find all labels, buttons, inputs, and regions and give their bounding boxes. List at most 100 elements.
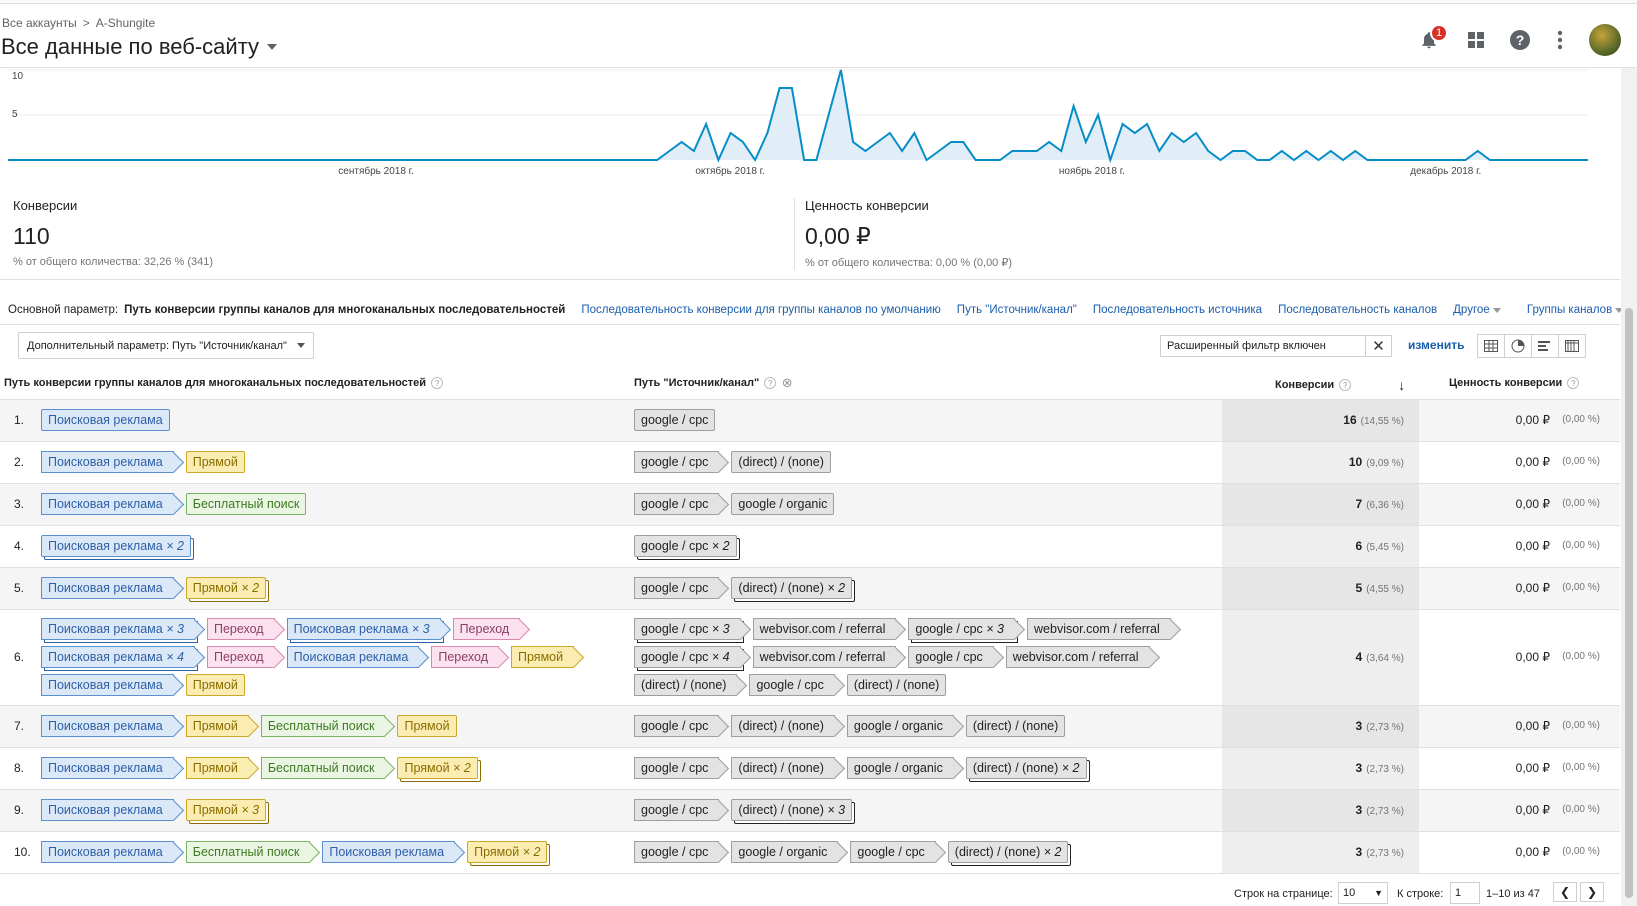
avatar[interactable] — [1589, 24, 1621, 56]
table-row[interactable]: 8. Поисковая реклама Прямой Бесплатный п… — [0, 748, 1620, 790]
source-path: google / cpc — [634, 409, 721, 431]
table-row[interactable]: 6. Поисковая реклама × 3 Переход Поисков… — [0, 610, 1620, 706]
prev-page-button[interactable]: ❮ — [1553, 882, 1577, 902]
channel-path: Поисковая реклама Прямой — [41, 451, 251, 473]
more-menu-button[interactable] — [1546, 26, 1574, 54]
source-chip: webvisor.com / referral — [1005, 646, 1150, 668]
conversion-value-percent: (0,00 %) — [1562, 414, 1600, 425]
channel-chip-organic: Бесплатный поиск — [185, 841, 311, 863]
conversions-percent: (4,55 %) — [1366, 584, 1404, 595]
channel-chip-direct: Прямой — [185, 451, 245, 473]
conversion-value: 0,00 ₽ — [1515, 539, 1550, 553]
source-chip: google / cpc — [634, 841, 720, 863]
x-tick-label: декабрь 2018 г. — [1410, 165, 1481, 177]
help-button[interactable]: ? — [1506, 26, 1534, 54]
source-chip: google / cpc — [634, 715, 720, 737]
help-icon[interactable]: ? — [1339, 379, 1352, 391]
sort-arrow-down-icon[interactable]: ↓ — [1398, 377, 1405, 393]
view-selector[interactable]: Все данные по веб-сайту — [1, 34, 278, 60]
help-icon[interactable]: ? — [764, 377, 777, 389]
conversions-chart: 10 5 сентябрь 2018 г. октябрь 2018 г. ноябрь… — [8, 69, 1588, 177]
conversion-value: 0,00 ₽ — [1515, 650, 1550, 664]
header-value-label: Ценность конверсии — [1449, 377, 1563, 389]
table-row[interactable]: 7. Поисковая реклама Прямой Бесплатный п… — [0, 706, 1620, 748]
x-tick-label: ноябрь 2018 г. — [1059, 165, 1125, 177]
conversions-value: 6 (5,45 %) — [1356, 539, 1404, 553]
channel-chip-search: Поисковая реклама — [41, 715, 174, 737]
chevron-right-icon: ❯ — [1586, 885, 1598, 899]
more-vert-icon — [1557, 30, 1563, 50]
primary-dimension-active: Путь конверсии группы каналов для многок… — [124, 304, 566, 316]
bar-chart-icon — [1538, 341, 1550, 351]
channel-chip-direct: Прямой — [397, 715, 457, 737]
chip-repeat: × 2 — [166, 539, 184, 553]
bar-view-button[interactable] — [1531, 334, 1559, 358]
page-scrollbar[interactable] — [1621, 68, 1637, 906]
conversion-value-percent: (0,00 %) — [1562, 456, 1600, 467]
chip-repeat: × 2 — [1061, 761, 1080, 775]
channel-path: Поисковая реклама Прямой Бесплатный поис… — [41, 757, 484, 779]
clear-filter-button[interactable]: ✕ — [1365, 336, 1391, 356]
rows-per-page-select[interactable]: 10 ▼ — [1338, 882, 1388, 904]
table-row[interactable]: 4. Поисковая реклама × 2 google / cpc × … — [0, 526, 1620, 568]
metric-conversion-value: Ценность конверсии 0,00 ₽ % от общего ко… — [805, 198, 1012, 269]
apps-button[interactable] — [1462, 26, 1490, 54]
goto-row-label: К строке: — [1397, 888, 1444, 900]
channel-chip-search: Поисковая реклама — [41, 493, 174, 515]
header-value[interactable]: Ценность конверсии ? — [1449, 377, 1580, 389]
next-page-button[interactable]: ❯ — [1580, 882, 1604, 902]
filter-text: Расширенный фильтр включен — [1167, 340, 1326, 352]
help-icon[interactable]: ? — [1567, 377, 1580, 389]
breadcrumb-account[interactable]: A-Shungite — [96, 16, 155, 30]
conversion-paths-table: Путь конверсии группы каналов для многок… — [0, 365, 1620, 874]
goto-row-input[interactable]: 1 — [1450, 882, 1480, 904]
dimension-link-default-channel[interactable]: Последовательность конверсии для группы … — [581, 304, 940, 316]
primary-dimension-label: Основной параметр: — [8, 304, 119, 316]
metric-subtext: % от общего количества: 32,26 % (341) — [13, 256, 214, 268]
conversions-count: 3 — [1355, 761, 1363, 775]
dimension-link-medium-path[interactable]: Последовательность каналов — [1278, 304, 1437, 316]
header-source[interactable]: Путь "Источник/канал" ? ⊗ — [634, 375, 793, 390]
scrollbar-thumb[interactable] — [1625, 308, 1633, 898]
table-row[interactable]: 2. Поисковая реклама Прямой google / cpc… — [0, 442, 1620, 484]
table-header: Путь конверсии группы каналов для многок… — [0, 365, 1620, 400]
dimension-link-source-path[interactable]: Последовательность источника — [1093, 304, 1262, 316]
help-icon[interactable]: ? — [431, 377, 444, 389]
channel-path: Поисковая реклама — [41, 409, 176, 431]
dimension-link-other[interactable]: Другое — [1453, 304, 1501, 316]
header-conversions-label: Конверсии — [1275, 379, 1335, 391]
dimension-link-channel-groups[interactable]: Группы каналов — [1527, 304, 1624, 316]
header-source-label: Путь "Источник/канал" — [634, 377, 760, 389]
source-path: google / cpc (direct) / (none) google / … — [634, 715, 1071, 737]
conversions-value: 3 (2,73 %) — [1356, 719, 1404, 733]
table-view-button[interactable] — [1477, 334, 1505, 358]
dimension-link-source-medium[interactable]: Путь "Источник/канал" — [957, 304, 1077, 316]
advanced-filter-field[interactable]: Расширенный фильтр включен ✕ — [1160, 335, 1392, 357]
conversions-value: 7 (6,36 %) — [1356, 497, 1404, 511]
source-path: google / cpc (direct) / (none) × 3 — [634, 799, 858, 821]
table-row[interactable]: 1. Поисковая реклама google / cpc 16 (14,… — [0, 400, 1620, 442]
conversions-count: 6 — [1355, 539, 1363, 553]
conversions-value: 4 (3,64 %) — [1356, 650, 1404, 664]
table-row[interactable]: 10. Поисковая реклама Бесплатный поиск П… — [0, 832, 1620, 874]
header-conversions[interactable]: Конверсии ? ↓ — [1275, 377, 1405, 393]
header-path[interactable]: Путь конверсии группы каналов для многок… — [4, 377, 444, 389]
pie-view-button[interactable] — [1504, 334, 1532, 358]
breadcrumb-all-accounts[interactable]: Все аккаунты — [2, 16, 77, 30]
change-filter-link[interactable]: изменить — [1408, 338, 1464, 352]
source-chip: google / cpc — [634, 451, 720, 473]
table-row[interactable]: 3. Поисковая реклама Бесплатный поиск go… — [0, 484, 1620, 526]
pivot-view-button[interactable] — [1558, 334, 1586, 358]
chip-repeat: × 2 — [522, 845, 541, 859]
table-row[interactable]: 5. Поисковая реклама Прямой × 2 google /… — [0, 568, 1620, 610]
channel-chip-search-x3: Поисковая реклама × 3 — [41, 618, 195, 640]
conversions-percent: (3,64 %) — [1366, 653, 1404, 664]
table-row[interactable]: 9. Поисковая реклама Прямой × 3 google /… — [0, 790, 1620, 832]
remove-column-icon[interactable]: ⊗ — [781, 375, 793, 390]
channel-path: Поисковая реклама Прямой Бесплатный поис… — [41, 715, 463, 737]
channel-chip-search: Поисковая реклама — [41, 799, 174, 821]
conversion-value-percent: (0,00 %) — [1562, 720, 1600, 731]
channel-chip-referral: Переход — [452, 618, 521, 640]
conversion-value: 0,00 ₽ — [1515, 455, 1550, 469]
secondary-dimension-dropdown[interactable]: Дополнительный параметр: Путь "Источник/… — [18, 332, 314, 359]
